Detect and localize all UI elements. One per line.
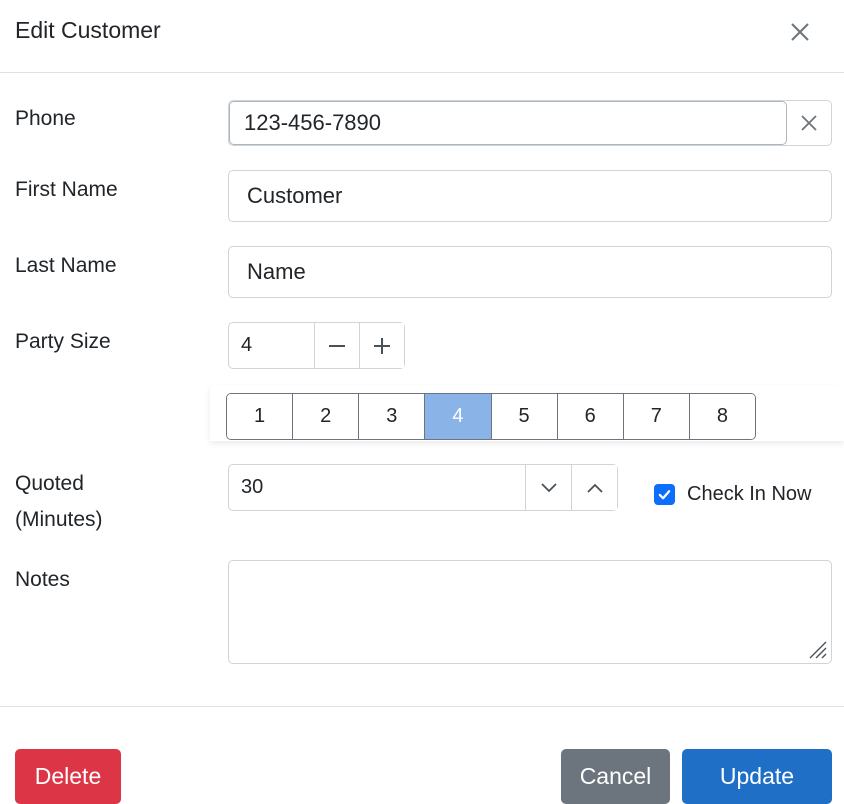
- notes-textarea[interactable]: [228, 560, 832, 664]
- delete-button[interactable]: Delete: [15, 749, 121, 804]
- chevron-up-icon: [586, 483, 603, 493]
- quoted-label: Quoted (Minutes): [15, 466, 103, 538]
- plus-icon: [374, 337, 390, 354]
- party-size-option-2[interactable]: 2: [292, 394, 359, 439]
- quoted-label-line2: (Minutes): [15, 508, 103, 531]
- party-size-increment-button[interactable]: [359, 323, 404, 368]
- party-size-picker: 12345678: [226, 393, 756, 440]
- phone-label: Phone: [15, 107, 76, 130]
- chevron-down-icon: [540, 482, 557, 492]
- minus-icon: [329, 344, 345, 347]
- quoted-minutes-input[interactable]: [229, 465, 525, 510]
- quoted-increment-button[interactable]: [571, 465, 617, 510]
- update-button[interactable]: Update: [682, 749, 832, 804]
- quoted-label-line1: Quoted: [15, 472, 84, 495]
- party-size-decrement-button[interactable]: [314, 323, 359, 368]
- party-size-option-8[interactable]: 8: [688, 394, 755, 439]
- party-size-option-7[interactable]: 7: [622, 394, 689, 439]
- check-icon: [658, 489, 671, 499]
- modal-header: Edit Customer: [0, 0, 844, 73]
- resize-grip-icon[interactable]: [806, 638, 828, 660]
- party-size-option-5[interactable]: 5: [490, 394, 557, 439]
- quoted-minutes-stepper: [228, 464, 618, 511]
- phone-input[interactable]: [229, 101, 787, 145]
- footer-divider: [0, 706, 844, 707]
- party-size-label: Party Size: [15, 330, 111, 353]
- modal-title: Edit Customer: [15, 17, 161, 43]
- close-icon: [791, 23, 809, 41]
- party-size-option-1[interactable]: 1: [227, 394, 293, 439]
- party-size-option-6[interactable]: 6: [556, 394, 623, 439]
- party-size-option-4[interactable]: 4: [424, 394, 491, 439]
- close-button[interactable]: [784, 16, 816, 48]
- quoted-decrement-button[interactable]: [525, 465, 571, 510]
- party-size-input[interactable]: [229, 323, 314, 368]
- last-name-label: Last Name: [15, 254, 117, 277]
- edit-customer-modal: Edit Customer Phone First Name Last Name…: [0, 0, 844, 804]
- notes-label: Notes: [15, 568, 70, 591]
- check-in-now-label: Check In Now: [687, 482, 812, 505]
- phone-input-group: [228, 100, 832, 146]
- first-name-input[interactable]: [228, 170, 832, 222]
- cancel-button[interactable]: Cancel: [561, 749, 670, 804]
- clear-icon: [801, 115, 817, 131]
- check-in-now-toggle[interactable]: Check In Now: [654, 481, 812, 507]
- party-size-option-3[interactable]: 3: [358, 394, 425, 439]
- first-name-label: First Name: [15, 178, 118, 201]
- check-in-now-checkbox[interactable]: [654, 483, 675, 505]
- phone-clear-button[interactable]: [787, 101, 831, 145]
- last-name-input[interactable]: [228, 246, 832, 298]
- party-size-stepper: [228, 322, 405, 369]
